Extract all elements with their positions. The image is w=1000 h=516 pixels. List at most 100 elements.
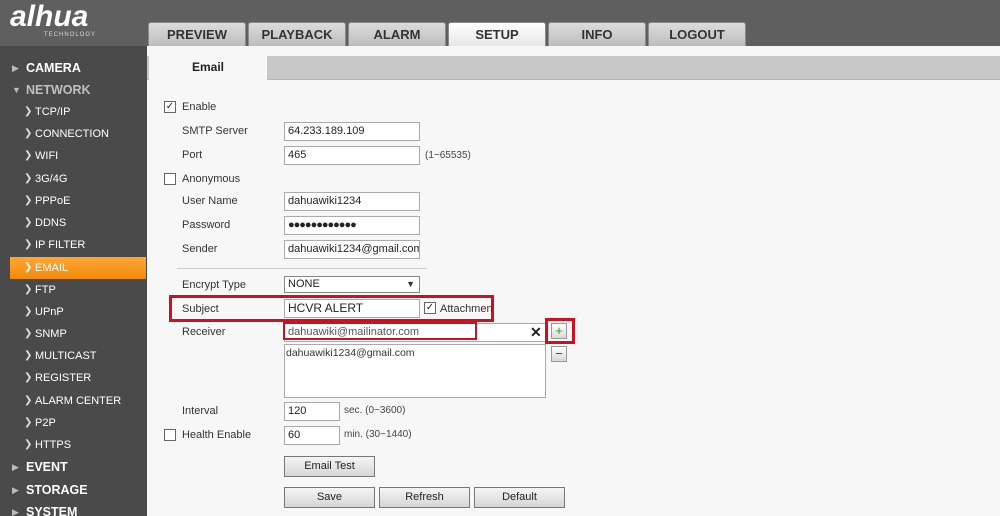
tab-setup[interactable]: SETUP — [448, 22, 546, 46]
save-button[interactable]: Save — [284, 487, 375, 508]
tab-email[interactable]: Email — [149, 56, 267, 81]
logo-text: alhua — [10, 0, 89, 33]
add-receiver-button[interactable]: + — [551, 323, 567, 339]
triangle-right-icon: ▶ — [12, 63, 19, 73]
sidebar-item-label: ALARM CENTER — [35, 395, 122, 407]
anonymous-checkbox[interactable] — [164, 173, 176, 185]
sidebar-item-label: P2P — [35, 417, 56, 429]
encrypt-type-select[interactable]: NONE ▼ — [284, 276, 420, 293]
sidebar-item-multicast[interactable]: ❯ MULTICAST — [0, 345, 147, 367]
triangle-down-icon: ▼ — [12, 85, 21, 95]
username-label: User Name — [182, 195, 238, 207]
sidebar-category-event[interactable]: ▶ EVENT — [0, 456, 147, 478]
sidebar-item-label: EMAIL — [35, 262, 69, 274]
brand-logo: alhua TECHNOLOGY — [10, 0, 140, 42]
interval-input[interactable]: 120 — [284, 402, 340, 421]
tab-alarm[interactable]: ALARM — [348, 22, 446, 46]
sidebar-item-label: MULTICAST — [35, 350, 97, 362]
receiver-list-item[interactable]: dahuawiki1234@gmail.com — [286, 347, 544, 359]
subject-label: Subject — [182, 303, 219, 315]
sidebar-category-label: STORAGE — [26, 483, 88, 497]
sidebar-item-snmp[interactable]: ❯ SNMP — [0, 323, 147, 345]
sidebar-item-label: UPnP — [35, 306, 64, 318]
chevron-right-icon: ❯ — [24, 239, 33, 250]
port-label: Port — [182, 149, 203, 161]
sidebar-item-email[interactable]: ❯ EMAIL — [10, 257, 146, 279]
subtab-bar: Email — [147, 56, 1000, 81]
tab-preview[interactable]: PREVIEW — [148, 22, 246, 46]
sender-label: Sender — [182, 243, 218, 255]
sidebar-item-ftp[interactable]: ❯ FTP — [0, 279, 147, 301]
email-test-button[interactable]: Email Test — [284, 456, 375, 477]
tab-logout[interactable]: LOGOUT — [648, 22, 746, 46]
port-input[interactable]: 465 — [284, 146, 420, 165]
sidebar-item-label: SNMP — [35, 328, 67, 340]
encrypt-type-label: Encrypt Type — [182, 279, 246, 291]
sidebar-category-network[interactable]: ▼ NETWORK — [0, 79, 147, 101]
password-label: Password — [182, 219, 231, 231]
health-interval-input[interactable]: 60 — [284, 426, 340, 445]
sidebar-item-label: CONNECTION — [35, 128, 109, 140]
attachment-label: Attachmen — [440, 303, 493, 315]
sidebar-category-storage[interactable]: ▶ STORAGE — [0, 479, 147, 501]
sidebar-item-label: DDNS — [35, 217, 67, 229]
sidebar-item-wifi[interactable]: ❯ WIFI — [0, 145, 147, 167]
main-panel: Email ✓ Enable SMTP Server 64.233.189.10… — [147, 46, 1000, 516]
sidebar-category-label: EVENT — [26, 460, 68, 474]
smtp-server-input[interactable]: 64.233.189.109 — [284, 122, 420, 141]
receiver-list[interactable]: dahuawiki1234@gmail.com — [284, 344, 546, 398]
sidebar-item-label: FTP — [35, 284, 56, 296]
enable-checkbox[interactable]: ✓ — [164, 101, 176, 113]
receiver-label: Receiver — [182, 326, 226, 338]
sidebar-item-3g4g[interactable]: ❯ 3G/4G — [0, 168, 147, 190]
chevron-right-icon: ❯ — [24, 262, 33, 273]
anonymous-label: Anonymous — [182, 173, 241, 185]
interval-hint: sec. (0~3600) — [344, 405, 406, 416]
password-input[interactable]: ●●●●●●●●●●●● — [284, 216, 420, 235]
sidebar-item-tcpip[interactable]: ❯ TCP/IP — [0, 101, 147, 123]
tab-playback[interactable]: PLAYBACK — [248, 22, 346, 46]
default-button[interactable]: Default — [474, 487, 565, 508]
sidebar-item-ddns[interactable]: ❯ DDNS — [0, 212, 147, 234]
sidebar-item-register[interactable]: ❯ REGISTER — [0, 367, 147, 389]
refresh-button[interactable]: Refresh — [379, 487, 470, 508]
username-input[interactable]: dahuawiki1234 — [284, 192, 420, 211]
port-hint: (1~65535) — [425, 150, 471, 161]
sidebar-item-connection[interactable]: ❯ CONNECTION — [0, 123, 147, 145]
sidebar-category-label: NETWORK — [26, 83, 91, 97]
triangle-right-icon: ▶ — [12, 485, 19, 495]
remove-receiver-button[interactable]: − — [551, 346, 567, 362]
enable-label: Enable — [182, 101, 217, 113]
chevron-right-icon: ❯ — [24, 350, 33, 361]
triangle-right-icon: ▶ — [12, 507, 19, 516]
sidebar-category-label: CAMERA — [26, 61, 81, 75]
chevron-right-icon: ❯ — [24, 150, 33, 161]
chevron-right-icon: ❯ — [24, 284, 33, 295]
subject-input[interactable]: HCVR ALERT — [284, 299, 420, 318]
sender-input[interactable]: dahuawiki1234@gmail.com — [284, 240, 420, 259]
sidebar-category-camera[interactable]: ▶ CAMERA — [0, 57, 147, 79]
sidebar-item-p2p[interactable]: ❯ P2P — [0, 412, 147, 434]
attachment-checkbox[interactable]: ✓ — [424, 302, 436, 314]
sidebar-item-alarm-center[interactable]: ❯ ALARM CENTER — [0, 390, 147, 412]
sidebar-category-system[interactable]: ▶ SYSTEM — [0, 501, 147, 516]
header-bar: alhua TECHNOLOGY PREVIEW PLAYBACK ALARM … — [0, 0, 1000, 46]
clear-icon[interactable]: ✕ — [530, 324, 542, 341]
sidebar-item-upnp[interactable]: ❯ UPnP — [0, 301, 147, 323]
health-enable-checkbox[interactable] — [164, 429, 176, 441]
health-hint: min. (30~1440) — [344, 429, 412, 440]
sidebar: ▶ CAMERA ▼ NETWORK ❯ TCP/IP ❯ CONNECTION ❯… — [0, 46, 147, 516]
tab-info[interactable]: INFO — [548, 22, 646, 46]
chevron-right-icon: ❯ — [24, 439, 33, 450]
chevron-right-icon: ❯ — [24, 395, 33, 406]
sidebar-item-label: PPPoE — [35, 195, 71, 207]
chevron-right-icon: ❯ — [24, 128, 33, 139]
section-divider — [177, 268, 427, 269]
chevron-down-icon: ▼ — [406, 279, 415, 289]
sidebar-item-label: TCP/IP — [35, 106, 71, 118]
sidebar-item-pppoe[interactable]: ❯ PPPoE — [0, 190, 147, 212]
chevron-right-icon: ❯ — [24, 173, 33, 184]
sidebar-item-label: HTTPS — [35, 439, 72, 451]
sidebar-item-ip-filter[interactable]: ❯ IP FILTER — [0, 234, 147, 256]
sidebar-item-https[interactable]: ❯ HTTPS — [0, 434, 147, 456]
